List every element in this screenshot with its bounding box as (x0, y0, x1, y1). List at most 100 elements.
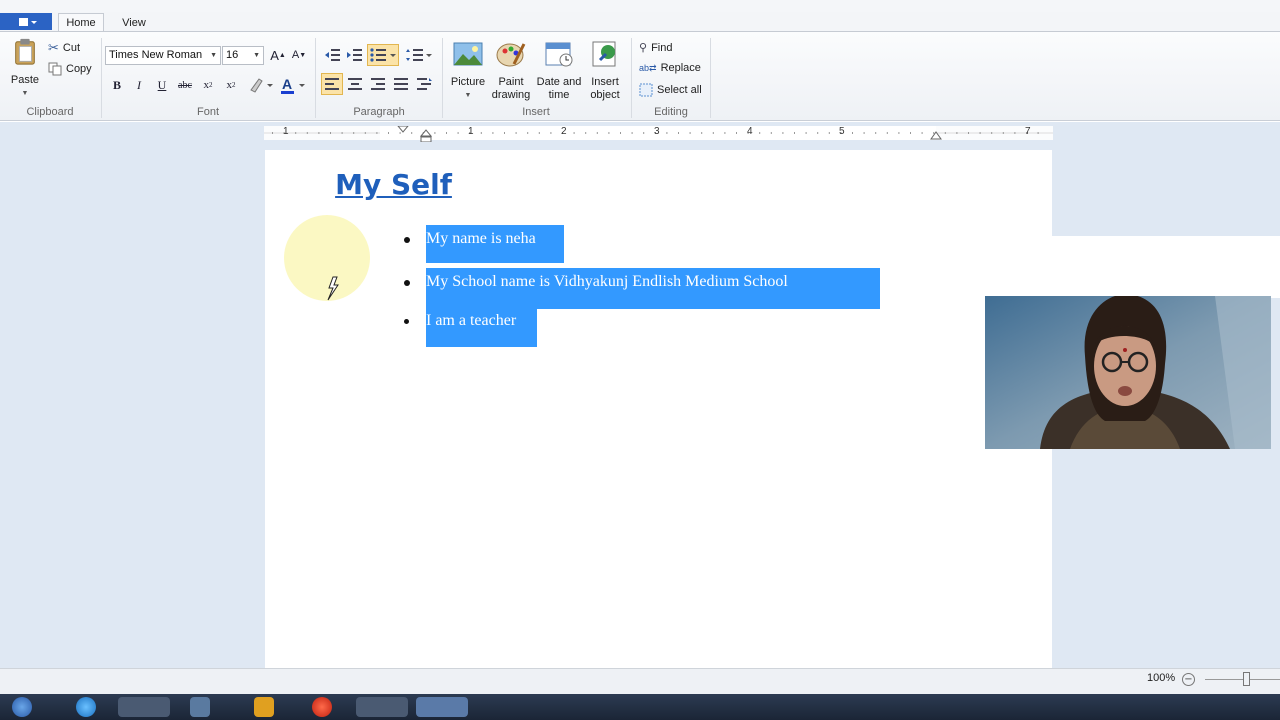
picture-label: Picture (450, 76, 486, 88)
ruler-number: 4 (747, 126, 753, 137)
ruler-tick (376, 132, 378, 134)
replace-button[interactable]: ab⇄ Replace (639, 62, 701, 74)
ruler-tick (944, 132, 946, 134)
align-right-icon[interactable] (368, 74, 388, 94)
taskbar-app-icon[interactable] (190, 697, 210, 717)
first-line-indent-marker-icon[interactable] (396, 126, 416, 140)
increase-indent-icon[interactable] (344, 45, 364, 65)
find-label: Find (651, 41, 673, 54)
hanging-indent-marker-icon[interactable] (420, 128, 440, 142)
tab-home[interactable]: Home (58, 13, 104, 32)
ruler-tick (828, 132, 830, 134)
shrink-font-icon[interactable]: A ▼ (289, 45, 309, 65)
separator (631, 38, 632, 118)
ruler-tick (388, 132, 389, 134)
ruler-tick (631, 132, 633, 134)
font-family-value: Times New Roman (109, 49, 203, 61)
list-item[interactable]: My School name is Vidhyakunj Endlish Med… (426, 273, 788, 291)
paste-button[interactable]: Paste ▼ (8, 38, 42, 100)
paint-drawing-label: Paint drawing (491, 76, 531, 101)
ruler-tick (817, 132, 819, 134)
select-all-button[interactable]: Select all (639, 83, 702, 97)
list-item[interactable]: My name is neha (426, 230, 536, 248)
copy-button[interactable]: Copy (48, 62, 92, 76)
insert-object-button[interactable]: Insert object (585, 40, 625, 102)
subscript-icon[interactable]: x2 (198, 75, 218, 95)
strikethrough-icon[interactable]: abc (175, 75, 195, 95)
ruler-tick (1037, 132, 1039, 134)
document-title[interactable]: My Self (0, 168, 787, 201)
ruler-tick (341, 132, 343, 134)
paint-palette-icon (496, 43, 526, 67)
cut-button[interactable]: ✂ Cut (48, 40, 80, 56)
dropdown-arrow-icon: ▼ (210, 52, 217, 59)
highlight-color-icon[interactable] (246, 75, 274, 95)
justify-icon[interactable] (391, 74, 411, 94)
ruler[interactable]: 1 1 2 3 4 5 7 (264, 126, 1053, 142)
ruler-tick (678, 132, 679, 134)
browser-icon[interactable] (76, 697, 96, 717)
ruler-tick (318, 132, 320, 134)
ruler-tick (330, 132, 331, 134)
paragraph-group-label: Paragraph (353, 106, 405, 118)
ruler-tick (770, 132, 772, 134)
copy-icon (48, 62, 62, 76)
tab-view[interactable]: View (112, 13, 156, 32)
ruler-tick (1002, 132, 1004, 134)
picture-icon (453, 42, 483, 66)
file-menu-button[interactable] (0, 13, 52, 30)
date-time-button[interactable]: Date and time (535, 40, 583, 102)
webcam-frame-top (986, 236, 1280, 298)
bullets-list-icon[interactable] (367, 44, 399, 66)
align-left-icon[interactable] (321, 73, 343, 95)
picture-dropdown-icon[interactable]: ▼ (448, 89, 488, 102)
bold-icon[interactable]: B (107, 75, 127, 95)
grow-font-icon[interactable]: A ▲ (268, 45, 288, 65)
paste-dropdown-icon[interactable]: ▼ (8, 87, 42, 100)
taskbar-app-icon[interactable] (118, 697, 170, 717)
wordpad-taskbar-icon[interactable] (416, 697, 468, 717)
ribbon: Paste ▼ ✂ Cut Copy Clipboard Times New R… (0, 31, 1280, 121)
paste-icon (15, 38, 35, 65)
font-family-select[interactable]: Times New Roman ▼ (105, 46, 221, 65)
ruler-tick (921, 132, 923, 134)
superscript-icon[interactable]: x2 (221, 75, 241, 95)
ruler-number: 1 (283, 126, 289, 137)
find-button[interactable]: ⚲ Find (639, 41, 673, 55)
ruler-tick (910, 132, 911, 134)
ruler-tick (515, 132, 517, 134)
ruler-tick (492, 132, 494, 134)
font-group-label: Font (196, 106, 219, 118)
list-item[interactable]: I am a teacher (426, 312, 516, 330)
font-size-select[interactable]: 16 ▼ (222, 46, 264, 65)
zoom-out-icon[interactable]: − (1182, 673, 1195, 686)
media-player-icon[interactable] (312, 697, 332, 717)
paint-drawing-button[interactable]: Paint drawing (489, 40, 533, 102)
select-all-label: Select all (657, 84, 702, 96)
paragraph-settings-icon[interactable] (415, 74, 435, 94)
ruler-number: 7 (1025, 126, 1031, 137)
ruler-tick (968, 132, 969, 134)
ruler-tick (666, 132, 668, 134)
taskbar-app-icon[interactable] (356, 697, 408, 717)
ruler-tick (805, 132, 807, 134)
ruler-tick (712, 132, 714, 134)
picture-button[interactable]: Picture ▼ (448, 40, 488, 102)
italic-icon[interactable]: I (129, 75, 149, 95)
underline-icon[interactable]: U (152, 75, 172, 95)
align-center-icon[interactable] (345, 74, 365, 94)
line-spacing-icon[interactable] (405, 45, 433, 65)
start-button-icon[interactable] (12, 697, 32, 717)
ruler-tick (956, 132, 958, 134)
right-indent-marker-icon[interactable] (930, 128, 944, 142)
presenter-video-image (985, 296, 1271, 449)
font-color-icon[interactable]: A (279, 75, 307, 95)
document-page[interactable] (265, 150, 1052, 670)
zoom-slider-thumb[interactable] (1243, 672, 1250, 686)
ruler-tick (886, 132, 888, 134)
ruler-tick (620, 132, 621, 134)
ruler-tick (295, 132, 297, 134)
folder-icon[interactable] (254, 697, 274, 717)
decrease-indent-icon[interactable] (322, 45, 342, 65)
replace-icon: ab⇄ (639, 62, 657, 73)
